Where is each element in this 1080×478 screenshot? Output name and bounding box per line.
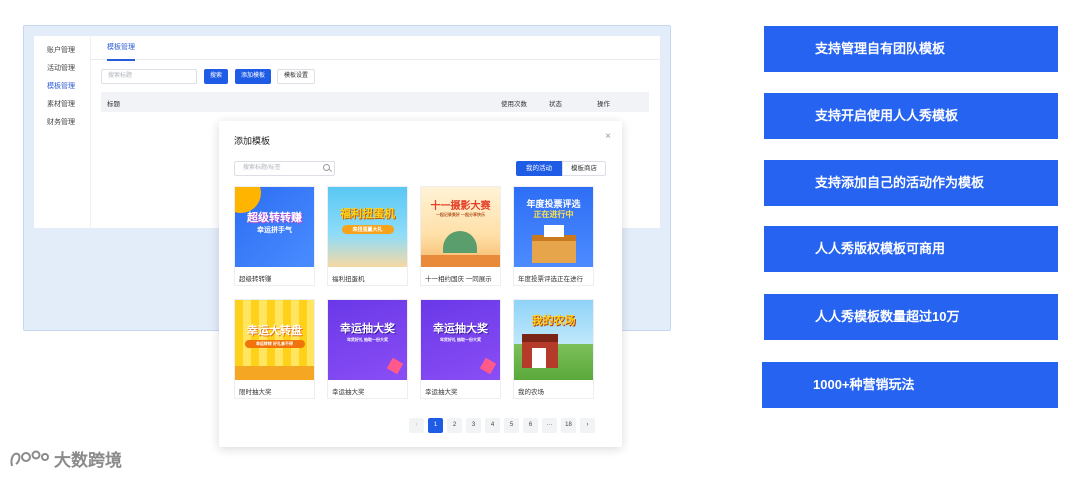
watermark-text: 大数跨境 <box>54 451 122 470</box>
modal-title: 添加模板 <box>234 136 271 146</box>
toolbar: 搜索标题 搜索 添加模板 模板设置 <box>101 69 316 84</box>
close-icon[interactable]: × <box>605 131 611 142</box>
tab-template-management[interactable]: 模板管理 <box>107 37 135 61</box>
page-button[interactable]: 3 <box>466 418 481 433</box>
page-button[interactable]: 18 <box>561 418 576 433</box>
template-card[interactable]: 超级转转赚 幸运拼手气 超级转转赚 <box>234 186 315 286</box>
template-thumbnail: 我的农场 <box>514 300 593 380</box>
template-label: 十一相约国庆 一同展示 <box>425 276 492 283</box>
template-card[interactable]: 幸运抽大奖 年货好礼 抽取一份大奖 幸运抽大奖 <box>327 299 408 399</box>
thumb-subtitle: 正在进行中 <box>533 210 574 219</box>
template-settings-button[interactable]: 模板设置 <box>277 69 316 84</box>
template-label: 幸运抽大奖 <box>425 389 458 396</box>
thumb-title: 十一摄影大赛 <box>430 201 491 212</box>
add-template-button[interactable]: 添加模板 <box>235 69 272 84</box>
modal-search-placeholder: 搜索标题/标签 <box>243 165 281 171</box>
feature-item: 支持开启使用人人秀模板 <box>764 93 1058 139</box>
prev-page-button[interactable]: ‹ <box>409 418 424 433</box>
template-thumbnail: 幸运大转盘 幸运转转 好礼拿不停 <box>235 300 314 380</box>
page-button[interactable]: 5 <box>504 418 519 433</box>
template-card[interactable]: 幸运大转盘 幸运转转 好礼拿不停 限时抽大奖 <box>234 299 315 399</box>
column-header-actions: 操作 <box>597 101 610 108</box>
thumb-subtitle: 幸运转转 好礼拿不停 <box>255 341 294 346</box>
thumb-title: 幸运大转盘 <box>247 325 302 337</box>
watermark-logo-icon <box>10 450 49 466</box>
page-ellipsis[interactable]: ··· <box>542 418 557 433</box>
thumb-subtitle: 幸运拼手气 <box>257 227 292 234</box>
thumb-subtitle: 年货好礼 抽取一份大奖 <box>439 337 482 342</box>
template-thumbnail: 超级转转赚 幸运拼手气 <box>235 187 314 267</box>
tab-my-activities[interactable]: 我的活动 <box>516 161 562 176</box>
thumb-subtitle: 一起记录美好 一起分享快乐 <box>435 212 486 217</box>
page-button[interactable]: 6 <box>523 418 538 433</box>
sidebar-item-material[interactable]: 素材管理 <box>34 96 90 114</box>
modal-search-input[interactable]: 搜索标题/标签 <box>234 161 335 176</box>
next-page-button[interactable]: › <box>580 418 595 433</box>
template-thumbnail: 幸运抽大奖 年货好礼 抽取一份大奖 <box>328 300 407 380</box>
template-label: 超级转转赚 <box>239 276 272 283</box>
thumb-title: 福利扭蛋机 <box>340 208 395 220</box>
thumb-subtitle: 年货好礼 抽取一份大奖 <box>346 337 389 342</box>
watermark: 大数跨境 <box>8 446 122 471</box>
template-card[interactable]: 十一摄影大赛 一起记录美好 一起分享快乐 十一相约国庆 一同展示 <box>420 186 501 286</box>
add-template-modal: 添加模板 × 搜索标题/标签 我的活动 模板商店 超级转转赚 幸运拼手气 超级转… <box>219 121 622 447</box>
thumb-title: 超级转转赚 <box>247 212 302 224</box>
column-header-status: 状态 <box>549 101 562 108</box>
search-icon[interactable] <box>323 164 330 171</box>
search-button[interactable]: 搜索 <box>204 69 229 84</box>
feature-item: 1000+种营销玩法 <box>762 362 1058 408</box>
template-card[interactable]: 福利扭蛋机 来扭蛋赢大礼 福利扭蛋机 <box>327 186 408 286</box>
template-label: 我的农场 <box>518 389 544 396</box>
template-label: 年度投票评选正在进行 <box>518 276 583 283</box>
template-label: 幸运抽大奖 <box>332 389 365 396</box>
template-card[interactable]: 年度投票评选 正在进行中 年度投票评选正在进行 <box>513 186 594 286</box>
feature-item: 人人秀版权模板可商用 <box>764 226 1058 272</box>
sidebar-item-account[interactable]: 账户管理 <box>34 42 90 60</box>
sidebar-item-template[interactable]: 模板管理 <box>34 78 90 96</box>
column-header-title: 标题 <box>107 101 120 108</box>
source-toggle: 我的活动 模板商店 <box>516 161 606 176</box>
template-label: 限时抽大奖 <box>239 389 272 396</box>
search-input[interactable]: 搜索标题 <box>101 69 197 84</box>
sidebar-item-finance[interactable]: 财务管理 <box>34 114 90 132</box>
feature-item: 支持管理自有团队模板 <box>764 26 1058 72</box>
template-card[interactable]: 我的农场 我的农场 <box>513 299 594 399</box>
thumb-title: 幸运抽大奖 <box>433 323 488 335</box>
page-button[interactable]: 2 <box>447 418 462 433</box>
template-thumbnail: 幸运抽大奖 年货好礼 抽取一份大奖 <box>421 300 500 380</box>
tab-template-store[interactable]: 模板商店 <box>562 161 606 176</box>
sidebar: 账户管理 活动管理 模板管理 素材管理 财务管理 <box>34 36 91 228</box>
thumb-subtitle: 来扭蛋赢大礼 <box>352 227 383 233</box>
sidebar-item-activity[interactable]: 活动管理 <box>34 60 90 78</box>
thumb-title: 幸运抽大奖 <box>340 323 395 335</box>
template-card[interactable]: 幸运抽大奖 年货好礼 抽取一份大奖 幸运抽大奖 <box>420 299 501 399</box>
feature-item: 人人秀模板数量超过10万 <box>764 294 1058 340</box>
feature-item: 支持添加自己的活动作为模板 <box>764 160 1058 206</box>
table-header: 标题 使用次数 状态 操作 <box>101 92 649 112</box>
column-header-usage: 使用次数 <box>501 101 527 108</box>
template-thumbnail: 福利扭蛋机 来扭蛋赢大礼 <box>328 187 407 267</box>
page-button[interactable]: 1 <box>428 418 443 433</box>
template-thumbnail: 十一摄影大赛 一起记录美好 一起分享快乐 <box>421 187 500 267</box>
template-label: 福利扭蛋机 <box>332 276 365 283</box>
template-thumbnail: 年度投票评选 正在进行中 <box>514 187 593 267</box>
tab-bar: 模板管理 <box>91 36 660 61</box>
thumb-title: 我的农场 <box>531 315 576 327</box>
pagination: ‹ 1 2 3 4 5 6 ··· 18 › <box>409 418 599 433</box>
page-button[interactable]: 4 <box>485 418 500 433</box>
